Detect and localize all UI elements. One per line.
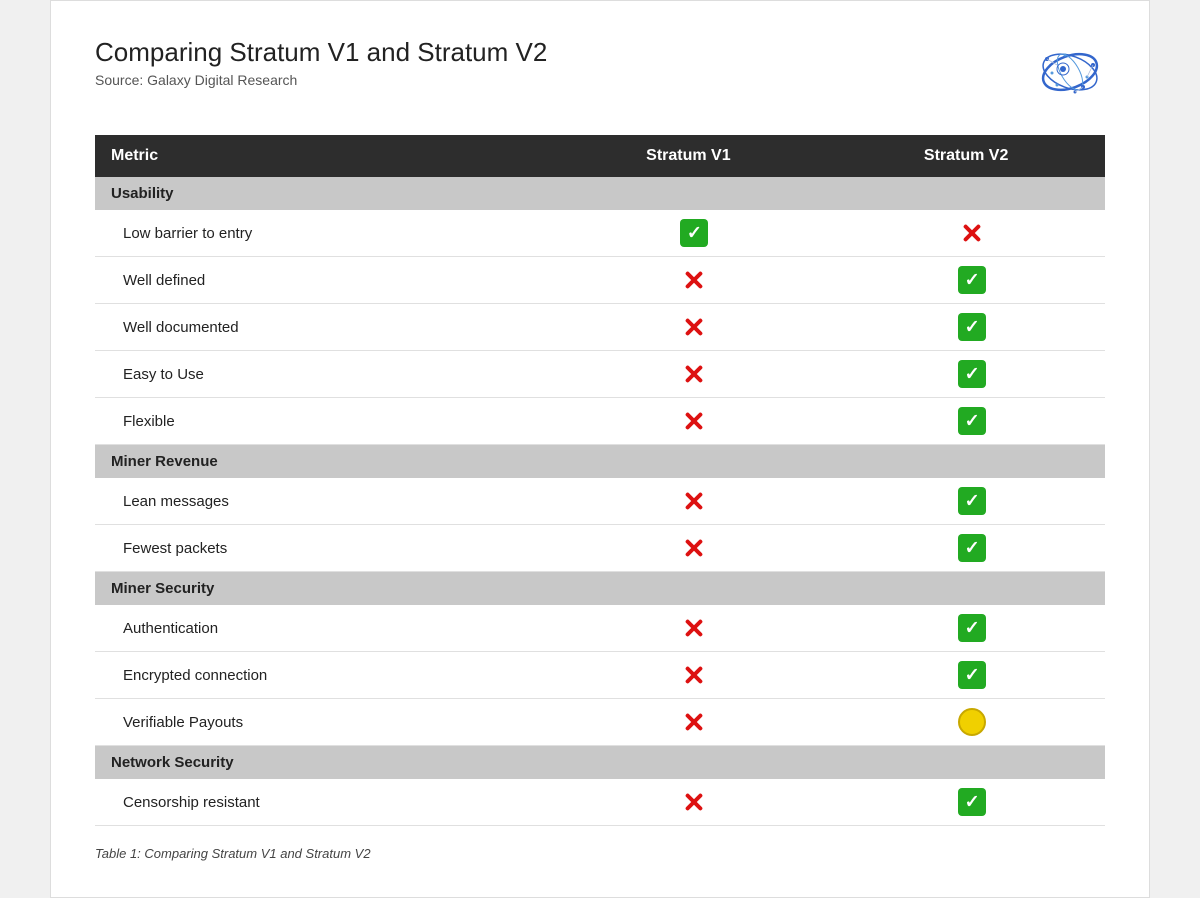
section-row: Miner Security	[95, 572, 1105, 606]
metric-label: Flexible	[95, 398, 550, 445]
check-icon	[958, 614, 986, 642]
cross-icon	[958, 219, 986, 247]
table-row: Fewest packets	[95, 525, 1105, 572]
v1-cell	[550, 304, 828, 351]
v2-cell	[827, 605, 1105, 652]
v1-cell	[550, 210, 828, 257]
metric-label: Fewest packets	[95, 525, 550, 572]
logo-area	[1005, 37, 1105, 117]
partial-icon	[958, 708, 986, 736]
col-metric: Metric	[95, 135, 550, 177]
cross-icon	[680, 360, 708, 388]
table-row: Well defined	[95, 257, 1105, 304]
v1-cell	[550, 652, 828, 699]
metric-label: Lean messages	[95, 478, 550, 525]
v2-cell	[827, 478, 1105, 525]
table-row: Verifiable Payouts	[95, 699, 1105, 746]
table-header-row: Metric Stratum V1 Stratum V2	[95, 135, 1105, 177]
v2-cell	[827, 257, 1105, 304]
cross-icon	[680, 708, 708, 736]
section-label: Miner Revenue	[95, 445, 1105, 479]
v1-cell	[550, 257, 828, 304]
subtitle: Source: Galaxy Digital Research	[95, 72, 547, 88]
title-block: Comparing Stratum V1 and Stratum V2 Sour…	[95, 37, 547, 88]
metric-label: Authentication	[95, 605, 550, 652]
v1-cell	[550, 699, 828, 746]
cross-icon	[680, 534, 708, 562]
table-row: Censorship resistant	[95, 779, 1105, 826]
metric-label: Low barrier to entry	[95, 210, 550, 257]
cross-icon	[680, 661, 708, 689]
check-icon	[958, 360, 986, 388]
comparison-table: Metric Stratum V1 Stratum V2 Usability L…	[95, 135, 1105, 826]
v1-cell	[550, 351, 828, 398]
cross-icon	[680, 788, 708, 816]
col-v2: Stratum V2	[827, 135, 1105, 177]
cross-icon	[680, 614, 708, 642]
table-row: Low barrier to entry	[95, 210, 1105, 257]
header-area: Comparing Stratum V1 and Stratum V2 Sour…	[95, 37, 1105, 117]
v1-cell	[550, 478, 828, 525]
check-icon	[958, 661, 986, 689]
table-row: Authentication	[95, 605, 1105, 652]
check-icon	[680, 219, 708, 247]
v1-cell	[550, 779, 828, 826]
check-icon	[958, 313, 986, 341]
table-row: Flexible	[95, 398, 1105, 445]
table-row: Well documented	[95, 304, 1105, 351]
section-row: Miner Revenue	[95, 445, 1105, 479]
main-title: Comparing Stratum V1 and Stratum V2	[95, 37, 547, 68]
cross-icon	[680, 313, 708, 341]
section-row: Usability	[95, 177, 1105, 210]
section-label: Miner Security	[95, 572, 1105, 606]
metric-label: Easy to Use	[95, 351, 550, 398]
cross-icon	[680, 407, 708, 435]
check-icon	[958, 534, 986, 562]
v2-cell	[827, 351, 1105, 398]
col-v1: Stratum V1	[550, 135, 828, 177]
v2-cell	[827, 699, 1105, 746]
v2-cell	[827, 779, 1105, 826]
check-icon	[958, 788, 986, 816]
cross-icon	[680, 487, 708, 515]
section-row: Network Security	[95, 746, 1105, 780]
metric-label: Encrypted connection	[95, 652, 550, 699]
check-icon	[958, 487, 986, 515]
table-caption: Table 1: Comparing Stratum V1 and Stratu…	[95, 846, 1105, 861]
v2-cell	[827, 210, 1105, 257]
cross-icon	[680, 266, 708, 294]
v2-cell	[827, 304, 1105, 351]
metric-label: Well documented	[95, 304, 550, 351]
v2-cell	[827, 398, 1105, 445]
table-row: Easy to Use	[95, 351, 1105, 398]
main-card: Comparing Stratum V1 and Stratum V2 Sour…	[50, 0, 1150, 898]
metric-label: Well defined	[95, 257, 550, 304]
check-icon	[958, 407, 986, 435]
table-row: Lean messages	[95, 478, 1105, 525]
v2-cell	[827, 525, 1105, 572]
check-icon	[958, 266, 986, 294]
v1-cell	[550, 525, 828, 572]
section-label: Network Security	[95, 746, 1105, 780]
table-row: Encrypted connection	[95, 652, 1105, 699]
v1-cell	[550, 398, 828, 445]
section-label: Usability	[95, 177, 1105, 210]
v1-cell	[550, 605, 828, 652]
metric-label: Verifiable Payouts	[95, 699, 550, 746]
v2-cell	[827, 652, 1105, 699]
metric-label: Censorship resistant	[95, 779, 550, 826]
